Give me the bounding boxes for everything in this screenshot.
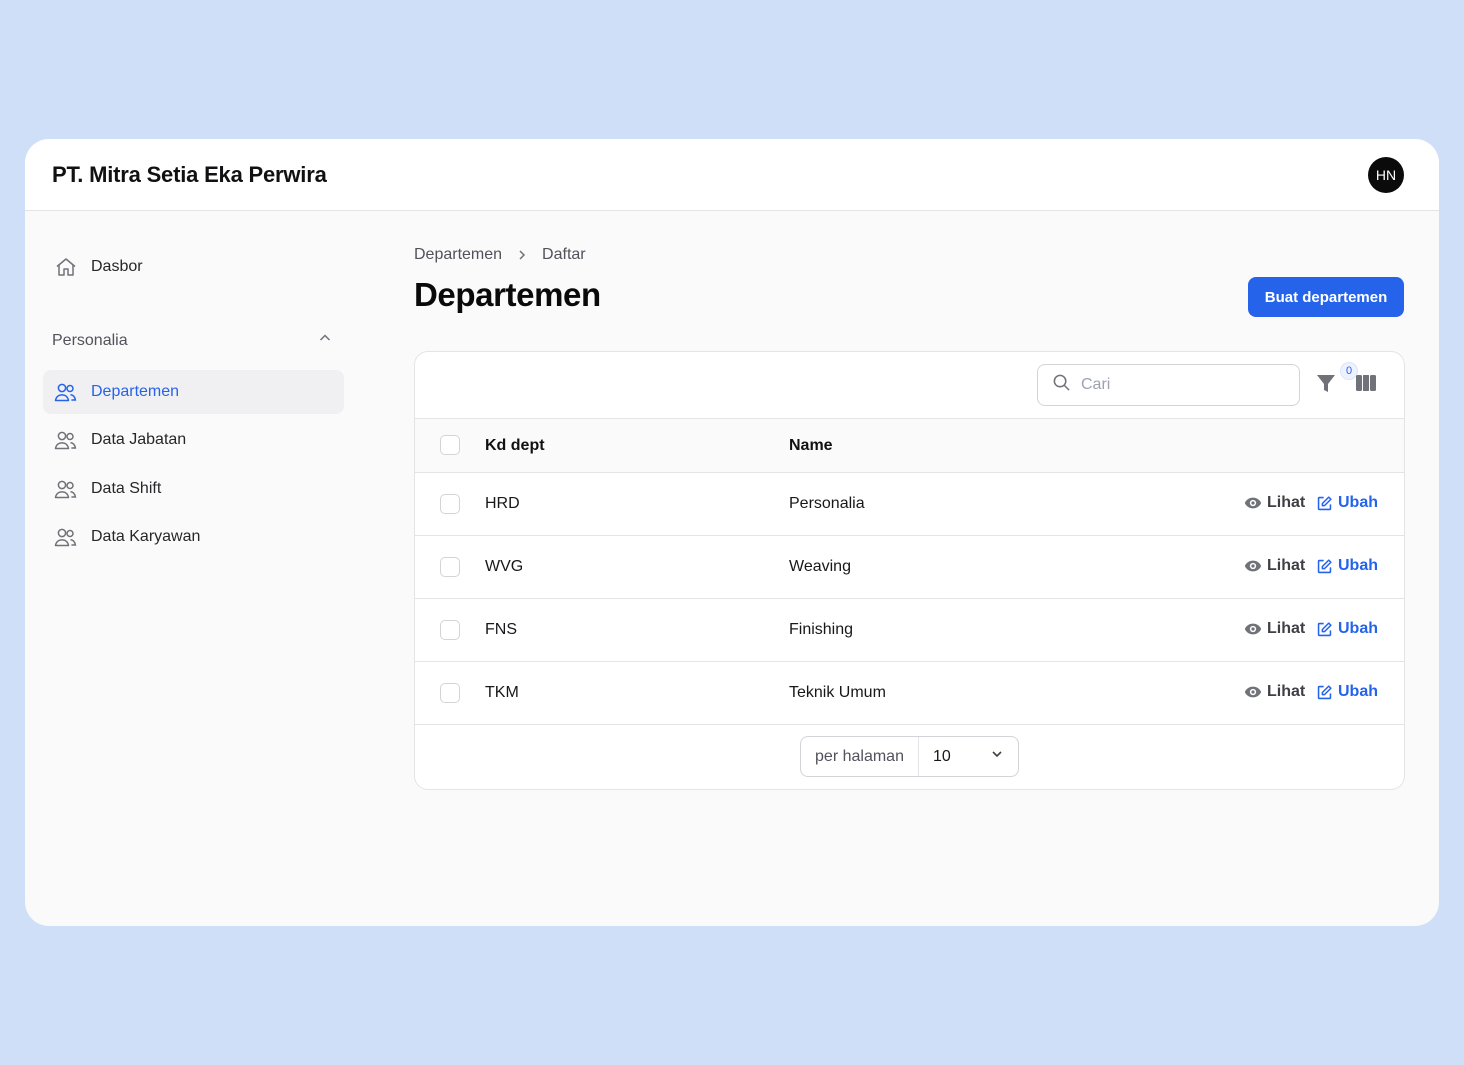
edit-button[interactable]: Ubah [1316,557,1378,575]
column-header-name[interactable]: Name [789,437,833,455]
view-label: Lihat [1267,620,1306,637]
cell-kd-dept: FNS [485,621,517,638]
breadcrumb: Departemen Daftar [414,246,586,264]
view-label: Lihat [1267,494,1306,511]
row-checkbox[interactable] [440,557,460,577]
view-button[interactable]: Lihat [1244,683,1305,701]
edit-button[interactable]: Ubah [1316,620,1378,638]
sidebar-item-label: Data Karyawan [91,528,201,545]
search-input[interactable] [1081,376,1281,394]
per-page-control: per halaman 10 [800,736,1019,777]
table-header: Kd dept Name [415,419,1404,473]
home-icon [53,255,78,280]
eye-icon [1244,557,1262,575]
select-all-checkbox[interactable] [440,435,460,455]
create-department-button[interactable]: Buat departemen [1248,277,1404,317]
user-avatar[interactable]: HN [1368,157,1404,193]
view-button[interactable]: Lihat [1244,494,1305,512]
edit-button[interactable]: Ubah [1316,683,1378,701]
sidebar-item-data-jabatan[interactable]: Data Jabatan [43,418,344,462]
sidebar-item-label: Dasbor [91,258,143,275]
view-button[interactable]: Lihat [1244,620,1305,638]
edit-label: Ubah [1338,620,1378,637]
breadcrumb-item-departemen[interactable]: Departemen [414,246,502,264]
users-icon [53,428,78,453]
search-box[interactable] [1037,364,1300,406]
table-row: WVG Weaving Lihat Ubah [415,536,1404,599]
column-header-kd-dept[interactable]: Kd dept [485,437,545,455]
chevron-down-icon [990,747,1004,766]
cell-kd-dept: TKM [485,684,519,701]
cell-name: Teknik Umum [789,684,886,701]
table-toolbar: 0 [415,352,1404,419]
chevron-up-icon [318,331,332,350]
eye-icon [1244,620,1262,638]
edit-button[interactable]: Ubah [1316,494,1378,512]
cell-kd-dept: HRD [485,495,520,512]
users-icon [53,525,78,550]
edit-label: Ubah [1338,494,1378,511]
view-label: Lihat [1267,683,1306,700]
cell-name: Personalia [789,495,865,512]
sidebar-item-label: Data Shift [91,480,162,497]
sidebar-item-data-karyawan[interactable]: Data Karyawan [43,515,344,559]
row-checkbox[interactable] [440,683,460,703]
view-label: Lihat [1267,557,1306,574]
table-row: FNS Finishing Lihat Ubah [415,599,1404,662]
table-row: HRD Personalia Lihat Ubah [415,473,1404,536]
edit-label: Ubah [1338,683,1378,700]
per-page-label: per halaman [801,737,919,776]
edit-icon [1316,495,1333,512]
sidebar-group-label: Personalia [52,331,128,349]
chevron-right-icon [516,249,528,261]
page-title: Departemen [414,276,601,313]
sidebar-item-label: Departemen [91,383,180,400]
eye-icon [1244,494,1262,512]
table-card: 0 Kd dept Name HRD Personalia Lihat Ubah [414,351,1405,790]
edit-icon [1316,621,1333,638]
breadcrumb-item-daftar: Daftar [542,246,586,263]
sidebar-item-departemen[interactable]: Departemen [43,370,344,414]
top-bar: PT. Mitra Setia Eka Perwira HN [25,139,1439,211]
app-window: PT. Mitra Setia Eka Perwira HN Dasbor Pe… [25,139,1439,926]
sidebar-item-dasbor[interactable]: Dasbor [43,245,344,289]
edit-label: Ubah [1338,557,1378,574]
sidebar-group-personalia[interactable]: Personalia [52,331,332,350]
sidebar-item-data-shift[interactable]: Data Shift [43,467,344,511]
row-checkbox[interactable] [440,494,460,514]
edit-icon [1316,684,1333,701]
users-icon [53,477,78,502]
edit-icon [1316,558,1333,575]
cell-kd-dept: WVG [485,558,524,575]
eye-icon [1244,683,1262,701]
per-page-select[interactable]: 10 [919,737,1018,776]
row-checkbox[interactable] [440,620,460,640]
cell-name: Finishing [789,621,854,638]
search-icon [1052,373,1071,397]
cell-name: Weaving [789,558,851,575]
columns-icon[interactable] [1355,374,1379,396]
per-page-value: 10 [933,747,951,765]
sidebar-item-label: Data Jabatan [91,431,187,448]
filter-icon[interactable] [1315,372,1339,398]
view-button[interactable]: Lihat [1244,557,1305,575]
users-icon [53,380,78,405]
company-name: PT. Mitra Setia Eka Perwira [52,162,327,187]
table-row: TKM Teknik Umum Lihat Ubah [415,662,1404,725]
